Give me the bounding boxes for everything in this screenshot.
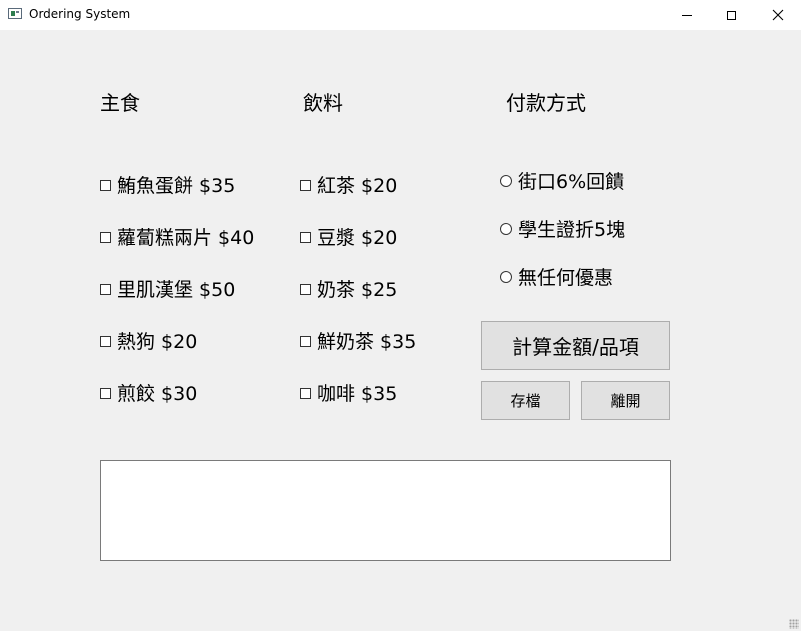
- maximize-icon: [727, 10, 736, 20]
- minimize-button[interactable]: [664, 0, 709, 30]
- close-button[interactable]: [755, 0, 800, 30]
- checkbox-label: 熱狗 $20: [117, 331, 198, 353]
- exit-button[interactable]: 離開: [581, 381, 670, 420]
- radio-label: 街口6%回饋: [518, 171, 625, 193]
- checkbox-box[interactable]: [300, 387, 311, 399]
- app-icon: [8, 8, 22, 19]
- checkbox-label: 咖啡 $35: [317, 383, 398, 405]
- heading-main-dishes: 主食: [100, 91, 140, 115]
- checkbox-drink-item[interactable]: 鮮奶茶 $35: [300, 327, 416, 354]
- radio-circle[interactable]: [500, 175, 512, 187]
- checkbox-main-item[interactable]: 鮪魚蛋餅 $35: [100, 171, 235, 198]
- heading-drinks: 飲料: [303, 91, 343, 115]
- checkbox-drink-item[interactable]: 紅茶 $20: [300, 171, 397, 198]
- radio-payment-option[interactable]: 學生證折5塊: [500, 215, 625, 242]
- resize-grip[interactable]: [789, 619, 799, 629]
- checkbox-box[interactable]: [100, 231, 111, 243]
- checkbox-main-item[interactable]: 蘿蔔糕兩片 $40: [100, 223, 254, 250]
- calculate-button[interactable]: 計算金額/品項: [481, 321, 670, 370]
- checkbox-main-item[interactable]: 熱狗 $20: [100, 327, 197, 354]
- radio-label: 無任何優惠: [518, 267, 614, 289]
- checkbox-drink-item[interactable]: 豆漿 $20: [300, 223, 397, 250]
- save-button[interactable]: 存檔: [481, 381, 570, 420]
- checkbox-main-item[interactable]: 煎餃 $30: [100, 379, 197, 406]
- checkbox-box[interactable]: [100, 283, 111, 295]
- checkbox-box[interactable]: [300, 179, 311, 191]
- checkbox-label: 紅茶 $20: [317, 175, 398, 197]
- radio-circle[interactable]: [500, 271, 512, 283]
- checkbox-box[interactable]: [300, 283, 311, 295]
- radio-payment-option[interactable]: 街口6%回饋: [500, 167, 624, 194]
- radio-circle[interactable]: [500, 223, 512, 235]
- checkbox-box[interactable]: [300, 231, 311, 243]
- checkbox-box[interactable]: [100, 387, 111, 399]
- checkbox-drink-item[interactable]: 咖啡 $35: [300, 379, 397, 406]
- checkbox-main-item[interactable]: 里肌漢堡 $50: [100, 275, 235, 302]
- minimize-icon: [681, 14, 692, 16]
- checkbox-label: 蘿蔔糕兩片 $40: [117, 227, 255, 249]
- checkbox-box[interactable]: [100, 179, 111, 191]
- checkbox-label: 奶茶 $25: [317, 279, 398, 301]
- checkbox-label: 鮪魚蛋餅 $35: [117, 175, 236, 197]
- checkbox-label: 鮮奶茶 $35: [317, 331, 417, 353]
- maximize-button[interactable]: [709, 0, 754, 30]
- heading-payment-method: 付款方式: [506, 91, 586, 115]
- close-icon: [772, 9, 783, 21]
- radio-payment-option[interactable]: 無任何優惠: [500, 263, 613, 290]
- checkbox-label: 里肌漢堡 $50: [117, 279, 236, 301]
- checkbox-label: 豆漿 $20: [317, 227, 398, 249]
- checkbox-label: 煎餃 $30: [117, 383, 198, 405]
- checkbox-drink-item[interactable]: 奶茶 $25: [300, 275, 397, 302]
- checkbox-box[interactable]: [100, 335, 111, 347]
- output-textbox[interactable]: [100, 460, 671, 561]
- title-bar: Ordering System: [0, 0, 801, 30]
- radio-label: 學生證折5塊: [518, 219, 626, 241]
- window-title: Ordering System: [29, 7, 131, 21]
- checkbox-box[interactable]: [300, 335, 311, 347]
